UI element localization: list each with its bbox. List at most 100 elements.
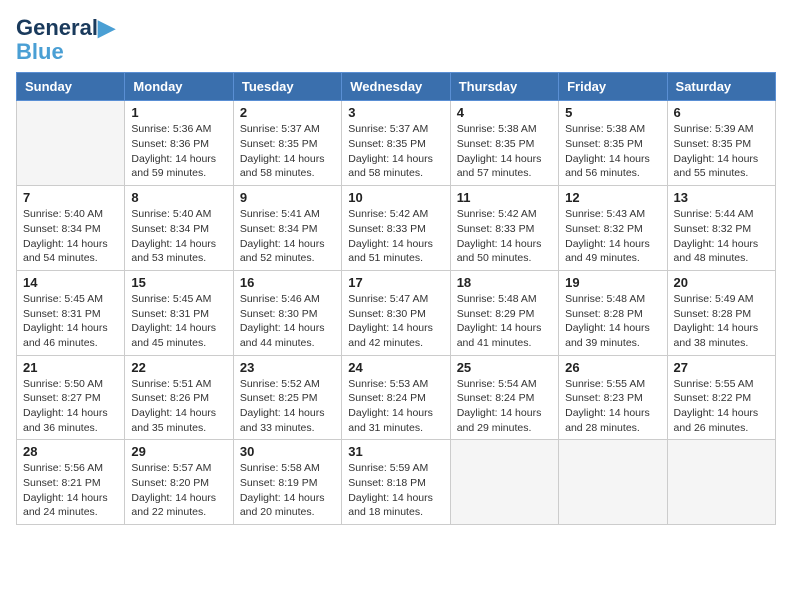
logo: General▶ Blue — [16, 16, 115, 64]
calendar-cell: 27 Sunrise: 5:55 AM Sunset: 8:22 PM Dayli… — [667, 355, 775, 440]
day-info: Sunrise: 5:59 AM Sunset: 8:18 PM Dayligh… — [348, 461, 443, 520]
day-info: Sunrise: 5:50 AM Sunset: 8:27 PM Dayligh… — [23, 377, 118, 436]
calendar-cell: 20 Sunrise: 5:49 AM Sunset: 8:28 PM Dayli… — [667, 270, 775, 355]
day-info: Sunrise: 5:55 AM Sunset: 8:22 PM Dayligh… — [674, 377, 769, 436]
day-info: Sunrise: 5:41 AM Sunset: 8:34 PM Dayligh… — [240, 207, 335, 266]
day-number: 17 — [348, 275, 443, 290]
day-number: 24 — [348, 360, 443, 375]
calendar-cell: 18 Sunrise: 5:48 AM Sunset: 8:29 PM Dayli… — [450, 270, 558, 355]
logo-blue: Blue — [16, 40, 64, 64]
calendar-cell: 3 Sunrise: 5:37 AM Sunset: 8:35 PM Daylig… — [342, 101, 450, 186]
day-info: Sunrise: 5:38 AM Sunset: 8:35 PM Dayligh… — [565, 122, 660, 181]
calendar-cell: 29 Sunrise: 5:57 AM Sunset: 8:20 PM Dayli… — [125, 440, 233, 525]
calendar-cell: 12 Sunrise: 5:43 AM Sunset: 8:32 PM Dayli… — [559, 186, 667, 271]
calendar-cell: 10 Sunrise: 5:42 AM Sunset: 8:33 PM Dayli… — [342, 186, 450, 271]
calendar-cell: 1Sunrise: 5:36 AM Sunset: 8:36 PM Daylig… — [125, 101, 233, 186]
calendar-cell — [559, 440, 667, 525]
day-info: Sunrise: 5:48 AM Sunset: 8:29 PM Dayligh… — [457, 292, 552, 351]
calendar-cell — [17, 101, 125, 186]
calendar-cell: 8 Sunrise: 5:40 AM Sunset: 8:34 PM Daylig… — [125, 186, 233, 271]
calendar-cell: 6 Sunrise: 5:39 AM Sunset: 8:35 PM Daylig… — [667, 101, 775, 186]
day-number: 20 — [674, 275, 769, 290]
column-header-friday: Friday — [559, 73, 667, 101]
week-row-5: 28 Sunrise: 5:56 AM Sunset: 8:21 PM Dayli… — [17, 440, 776, 525]
logo-text: General▶ — [16, 16, 115, 40]
calendar-cell: 19Sunrise: 5:48 AM Sunset: 8:28 PM Dayli… — [559, 270, 667, 355]
day-info: Sunrise: 5:54 AM Sunset: 8:24 PM Dayligh… — [457, 377, 552, 436]
day-info: Sunrise: 5:40 AM Sunset: 8:34 PM Dayligh… — [23, 207, 118, 266]
day-number: 18 — [457, 275, 552, 290]
day-info: Sunrise: 5:45 AM Sunset: 8:31 PM Dayligh… — [23, 292, 118, 351]
day-info: Sunrise: 5:51 AM Sunset: 8:26 PM Dayligh… — [131, 377, 226, 436]
day-info: Sunrise: 5:48 AM Sunset: 8:28 PM Dayligh… — [565, 292, 660, 351]
day-number: 30 — [240, 444, 335, 459]
calendar-cell: 23 Sunrise: 5:52 AM Sunset: 8:25 PM Dayli… — [233, 355, 341, 440]
day-number: 13 — [674, 190, 769, 205]
day-info: Sunrise: 5:52 AM Sunset: 8:25 PM Dayligh… — [240, 377, 335, 436]
day-number: 27 — [674, 360, 769, 375]
calendar-cell: 24 Sunrise: 5:53 AM Sunset: 8:24 PM Dayli… — [342, 355, 450, 440]
column-header-saturday: Saturday — [667, 73, 775, 101]
day-info: Sunrise: 5:40 AM Sunset: 8:34 PM Dayligh… — [131, 207, 226, 266]
column-header-tuesday: Tuesday — [233, 73, 341, 101]
day-info: Sunrise: 5:37 AM Sunset: 8:35 PM Dayligh… — [348, 122, 443, 181]
column-header-sunday: Sunday — [17, 73, 125, 101]
day-info: Sunrise: 5:46 AM Sunset: 8:30 PM Dayligh… — [240, 292, 335, 351]
calendar-cell: 16Sunrise: 5:46 AM Sunset: 8:30 PM Dayli… — [233, 270, 341, 355]
day-info: Sunrise: 5:38 AM Sunset: 8:35 PM Dayligh… — [457, 122, 552, 181]
calendar-cell — [667, 440, 775, 525]
calendar-cell: 21Sunrise: 5:50 AM Sunset: 8:27 PM Dayli… — [17, 355, 125, 440]
day-number: 3 — [348, 105, 443, 120]
week-row-1: 1Sunrise: 5:36 AM Sunset: 8:36 PM Daylig… — [17, 101, 776, 186]
calendar-cell: 22 Sunrise: 5:51 AM Sunset: 8:26 PM Dayli… — [125, 355, 233, 440]
calendar-cell: 30 Sunrise: 5:58 AM Sunset: 8:19 PM Dayli… — [233, 440, 341, 525]
day-info: Sunrise: 5:53 AM Sunset: 8:24 PM Dayligh… — [348, 377, 443, 436]
day-number: 23 — [240, 360, 335, 375]
day-info: Sunrise: 5:44 AM Sunset: 8:32 PM Dayligh… — [674, 207, 769, 266]
day-number: 10 — [348, 190, 443, 205]
day-number: 8 — [131, 190, 226, 205]
day-number: 4 — [457, 105, 552, 120]
day-info: Sunrise: 5:56 AM Sunset: 8:21 PM Dayligh… — [23, 461, 118, 520]
calendar-cell: 4 Sunrise: 5:38 AM Sunset: 8:35 PM Daylig… — [450, 101, 558, 186]
calendar-cell — [450, 440, 558, 525]
day-info: Sunrise: 5:58 AM Sunset: 8:19 PM Dayligh… — [240, 461, 335, 520]
day-number: 6 — [674, 105, 769, 120]
day-number: 11 — [457, 190, 552, 205]
calendar-cell: 31Sunrise: 5:59 AM Sunset: 8:18 PM Dayli… — [342, 440, 450, 525]
day-info: Sunrise: 5:55 AM Sunset: 8:23 PM Dayligh… — [565, 377, 660, 436]
day-number: 26 — [565, 360, 660, 375]
calendar-cell: 9Sunrise: 5:41 AM Sunset: 8:34 PM Daylig… — [233, 186, 341, 271]
day-info: Sunrise: 5:47 AM Sunset: 8:30 PM Dayligh… — [348, 292, 443, 351]
day-info: Sunrise: 5:49 AM Sunset: 8:28 PM Dayligh… — [674, 292, 769, 351]
week-row-3: 14Sunrise: 5:45 AM Sunset: 8:31 PM Dayli… — [17, 270, 776, 355]
calendar-cell: 25 Sunrise: 5:54 AM Sunset: 8:24 PM Dayli… — [450, 355, 558, 440]
calendar-cell: 28 Sunrise: 5:56 AM Sunset: 8:21 PM Dayli… — [17, 440, 125, 525]
column-header-monday: Monday — [125, 73, 233, 101]
day-info: Sunrise: 5:43 AM Sunset: 8:32 PM Dayligh… — [565, 207, 660, 266]
day-number: 29 — [131, 444, 226, 459]
calendar-cell: 26 Sunrise: 5:55 AM Sunset: 8:23 PM Dayli… — [559, 355, 667, 440]
calendar-cell: 11 Sunrise: 5:42 AM Sunset: 8:33 PM Dayli… — [450, 186, 558, 271]
day-number: 7 — [23, 190, 118, 205]
week-row-4: 21Sunrise: 5:50 AM Sunset: 8:27 PM Dayli… — [17, 355, 776, 440]
day-info: Sunrise: 5:45 AM Sunset: 8:31 PM Dayligh… — [131, 292, 226, 351]
calendar-cell: 17 Sunrise: 5:47 AM Sunset: 8:30 PM Dayli… — [342, 270, 450, 355]
page-header: General▶ Blue — [16, 16, 776, 64]
day-number: 22 — [131, 360, 226, 375]
day-number: 25 — [457, 360, 552, 375]
day-info: Sunrise: 5:42 AM Sunset: 8:33 PM Dayligh… — [457, 207, 552, 266]
day-number: 28 — [23, 444, 118, 459]
calendar-cell: 14Sunrise: 5:45 AM Sunset: 8:31 PM Dayli… — [17, 270, 125, 355]
day-info: Sunrise: 5:39 AM Sunset: 8:35 PM Dayligh… — [674, 122, 769, 181]
calendar-header-row: SundayMondayTuesdayWednesdayThursdayFrid… — [17, 73, 776, 101]
day-number: 1 — [131, 105, 226, 120]
column-header-wednesday: Wednesday — [342, 73, 450, 101]
column-header-thursday: Thursday — [450, 73, 558, 101]
calendar-cell: 7 Sunrise: 5:40 AM Sunset: 8:34 PM Daylig… — [17, 186, 125, 271]
day-info: Sunrise: 5:57 AM Sunset: 8:20 PM Dayligh… — [131, 461, 226, 520]
calendar-cell: 5Sunrise: 5:38 AM Sunset: 8:35 PM Daylig… — [559, 101, 667, 186]
calendar-cell: 2Sunrise: 5:37 AM Sunset: 8:35 PM Daylig… — [233, 101, 341, 186]
day-number: 12 — [565, 190, 660, 205]
day-info: Sunrise: 5:42 AM Sunset: 8:33 PM Dayligh… — [348, 207, 443, 266]
